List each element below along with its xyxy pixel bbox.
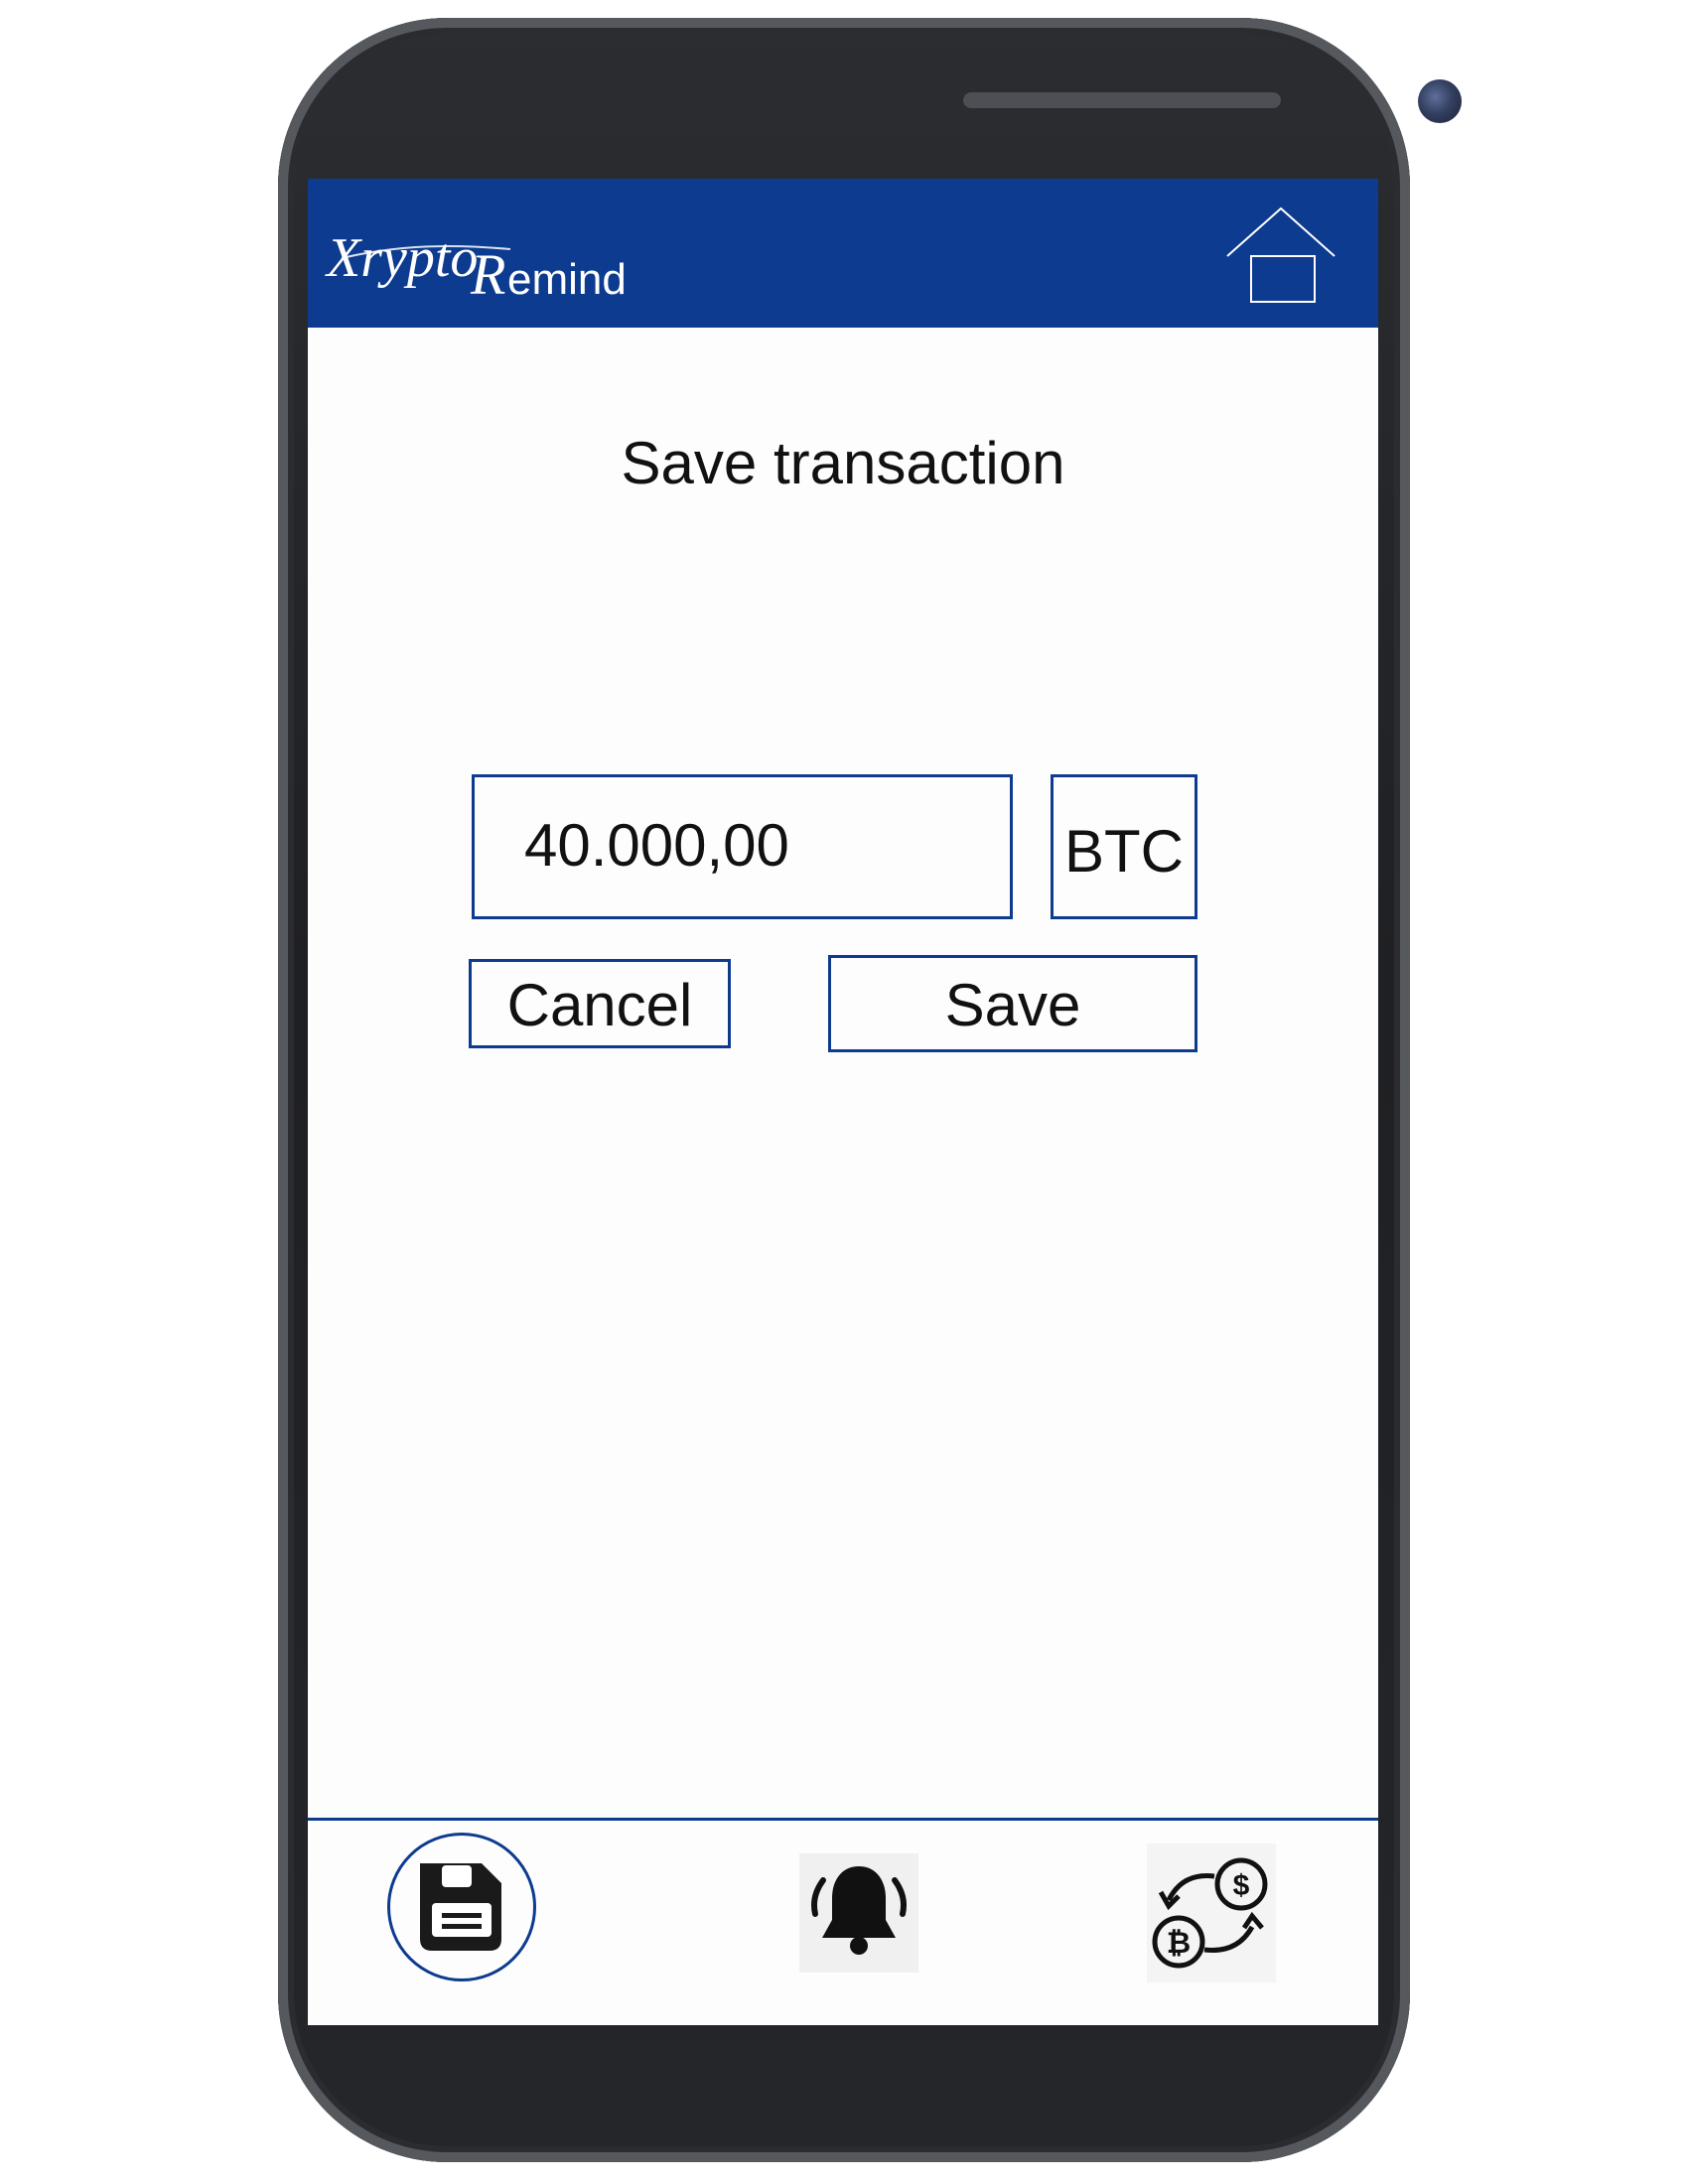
app-header: Xrypto R emind [308,179,1378,328]
svg-text:$: $ [1233,1869,1250,1902]
nav-save-button[interactable] [387,1833,536,1981]
bell-icon [799,1853,918,1973]
currency-selector[interactable]: BTC [1051,774,1197,919]
home-icon[interactable] [1219,199,1343,310]
exchange-icon: $ ₿ [1147,1843,1276,1982]
nav-exchange-button[interactable]: $ ₿ [1137,1839,1286,1987]
svg-text:R: R [470,242,505,307]
svg-text:₿: ₿ [1167,1927,1191,1960]
camera-icon [1418,79,1462,123]
nav-alerts-button[interactable] [784,1839,933,1987]
app-screen: Xrypto R emind Save transaction 40.000,0… [308,179,1378,2025]
svg-text:emind: emind [507,255,627,304]
page-title: Save transaction [621,430,1065,496]
save-icon [420,1863,501,1951]
svg-text:Xrypto: Xrypto [325,227,478,289]
app-logo: Xrypto R emind [325,227,627,307]
amount-input[interactable]: 40.000,00 [472,774,1013,919]
save-button[interactable]: Save [828,955,1197,1052]
cancel-button[interactable]: Cancel [469,959,731,1048]
bottom-nav-divider [308,1818,1378,1821]
phone-speaker [963,92,1281,108]
